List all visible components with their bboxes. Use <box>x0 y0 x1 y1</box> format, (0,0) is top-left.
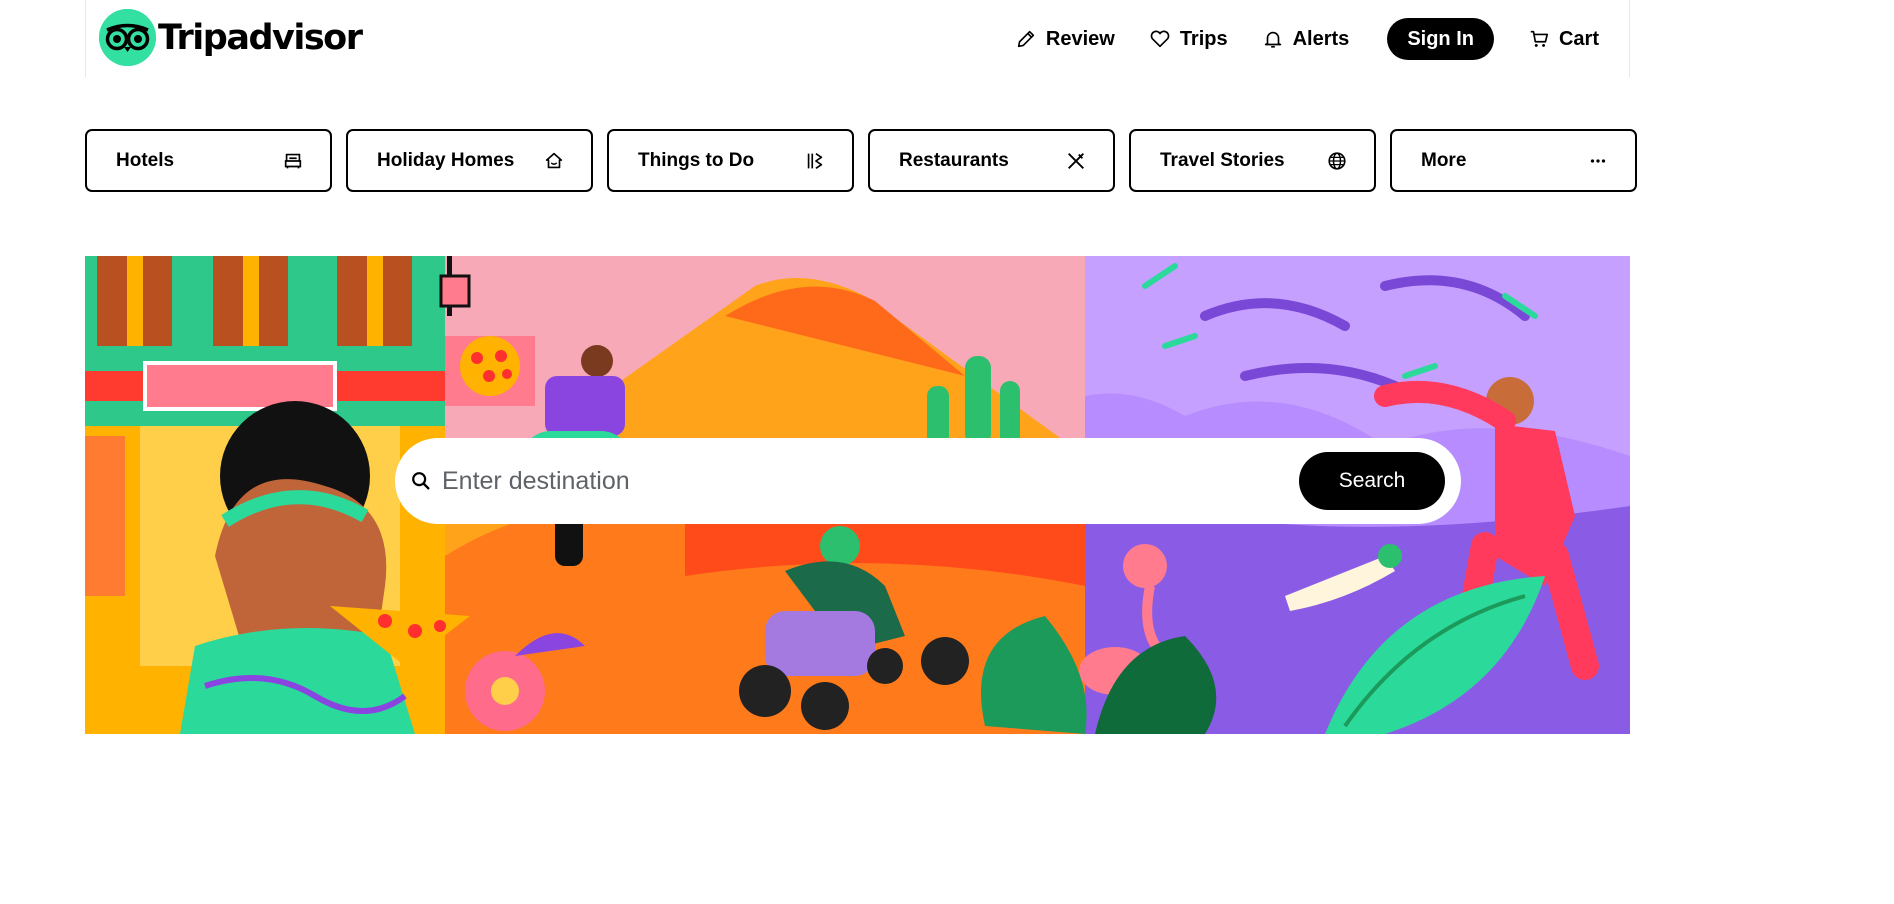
tab-label: More <box>1421 149 1467 171</box>
destination-search-bar: Search <box>395 438 1461 524</box>
search-icon <box>412 472 430 490</box>
trips-link[interactable]: Trips <box>1149 19 1228 59</box>
tab-more[interactable]: More <box>1390 129 1637 192</box>
bell-icon <box>1264 31 1281 48</box>
trips-label: Trips <box>1179 27 1228 50</box>
utensils-icon <box>1068 152 1084 169</box>
globe-icon <box>1328 151 1346 170</box>
bed-icon <box>284 153 302 168</box>
tab-label: Hotels <box>116 149 175 171</box>
heart-icon <box>1150 30 1170 48</box>
home-icon <box>545 152 563 168</box>
header-nav: Review Trips Alerts Sign In Cart <box>981 18 1599 60</box>
destination-input[interactable] <box>440 465 1299 497</box>
review-link[interactable]: Review <box>1015 19 1115 59</box>
tab-label: Things to Do <box>638 149 755 171</box>
search-button[interactable]: Search <box>1299 452 1445 510</box>
sign-in-button[interactable]: Sign In <box>1387 18 1494 60</box>
tab-holiday-homes[interactable]: Holiday Homes <box>346 129 593 192</box>
top-header: Tripadvisor Review Trips Alerts Sign In … <box>85 0 1630 77</box>
ticket-icon <box>807 152 823 169</box>
tab-label: Holiday Homes <box>377 149 515 171</box>
tripadvisor-logo[interactable]: Tripadvisor <box>99 9 363 66</box>
pencil-icon <box>1017 30 1035 48</box>
alerts-link[interactable]: Alerts <box>1262 19 1350 59</box>
tab-restaurants[interactable]: Restaurants <box>868 129 1115 192</box>
tab-label: Restaurants <box>899 149 1009 171</box>
category-tabs: Hotels Holiday Homes Things to Do Restau… <box>85 129 1637 192</box>
review-label: Review <box>1045 27 1115 50</box>
tab-travel-stories[interactable]: Travel Stories <box>1129 129 1376 192</box>
tab-hotels[interactable]: Hotels <box>85 129 332 192</box>
cart-label: Cart <box>1558 27 1599 50</box>
owl-logo-icon <box>99 9 156 66</box>
more-dots-icon <box>1590 158 1606 163</box>
hero-banner: Search <box>85 256 1630 734</box>
cart-icon <box>1530 30 1549 47</box>
tab-label: Travel Stories <box>1160 149 1285 171</box>
cart-link[interactable]: Cart <box>1528 19 1599 59</box>
alerts-label: Alerts <box>1292 27 1350 50</box>
logo-text: Tripadvisor <box>158 17 363 58</box>
tab-things-to-do[interactable]: Things to Do <box>607 129 854 192</box>
